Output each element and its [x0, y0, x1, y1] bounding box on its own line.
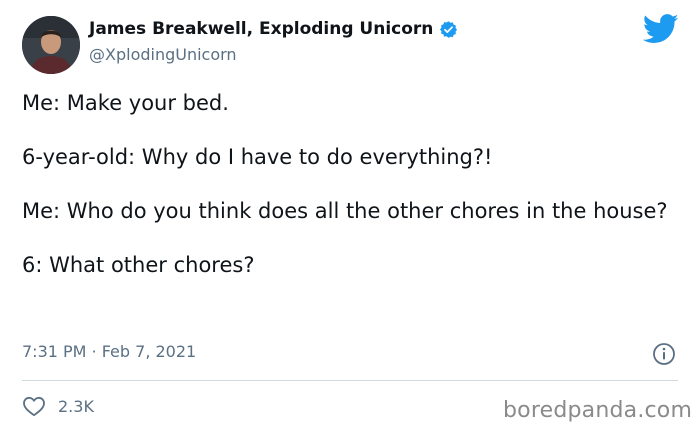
author-name-row[interactable]: James Breakwell, Exploding Unicorn: [89, 19, 458, 39]
like-button[interactable]: 2.3K: [22, 395, 94, 417]
tweet-line: 6: What other chores?: [22, 253, 255, 277]
tweet-text: Me: Make your bed. 6-year-old: Why do I …: [22, 88, 682, 304]
verified-badge-icon: [440, 20, 458, 38]
tweet-line: Me: Who do you think does all the other …: [22, 199, 668, 223]
tweet-line: Me: Make your bed.: [22, 91, 229, 115]
divider: [22, 380, 678, 381]
twitter-bird-icon[interactable]: [643, 14, 679, 44]
tweet-line: 6-year-old: Why do I have to do everythi…: [22, 145, 493, 169]
author-name[interactable]: James Breakwell, Exploding Unicorn: [89, 19, 433, 39]
avatar-image: [22, 16, 80, 74]
tweet-timestamp[interactable]: 7:31 PM · Feb 7, 2021: [22, 342, 196, 361]
author-handle[interactable]: @XplodingUnicorn: [89, 45, 237, 64]
like-count: 2.3K: [58, 396, 94, 416]
heart-icon: [23, 396, 45, 417]
watermark: boredpanda.com: [503, 398, 693, 423]
info-icon[interactable]: [652, 342, 676, 366]
avatar[interactable]: [22, 16, 80, 74]
